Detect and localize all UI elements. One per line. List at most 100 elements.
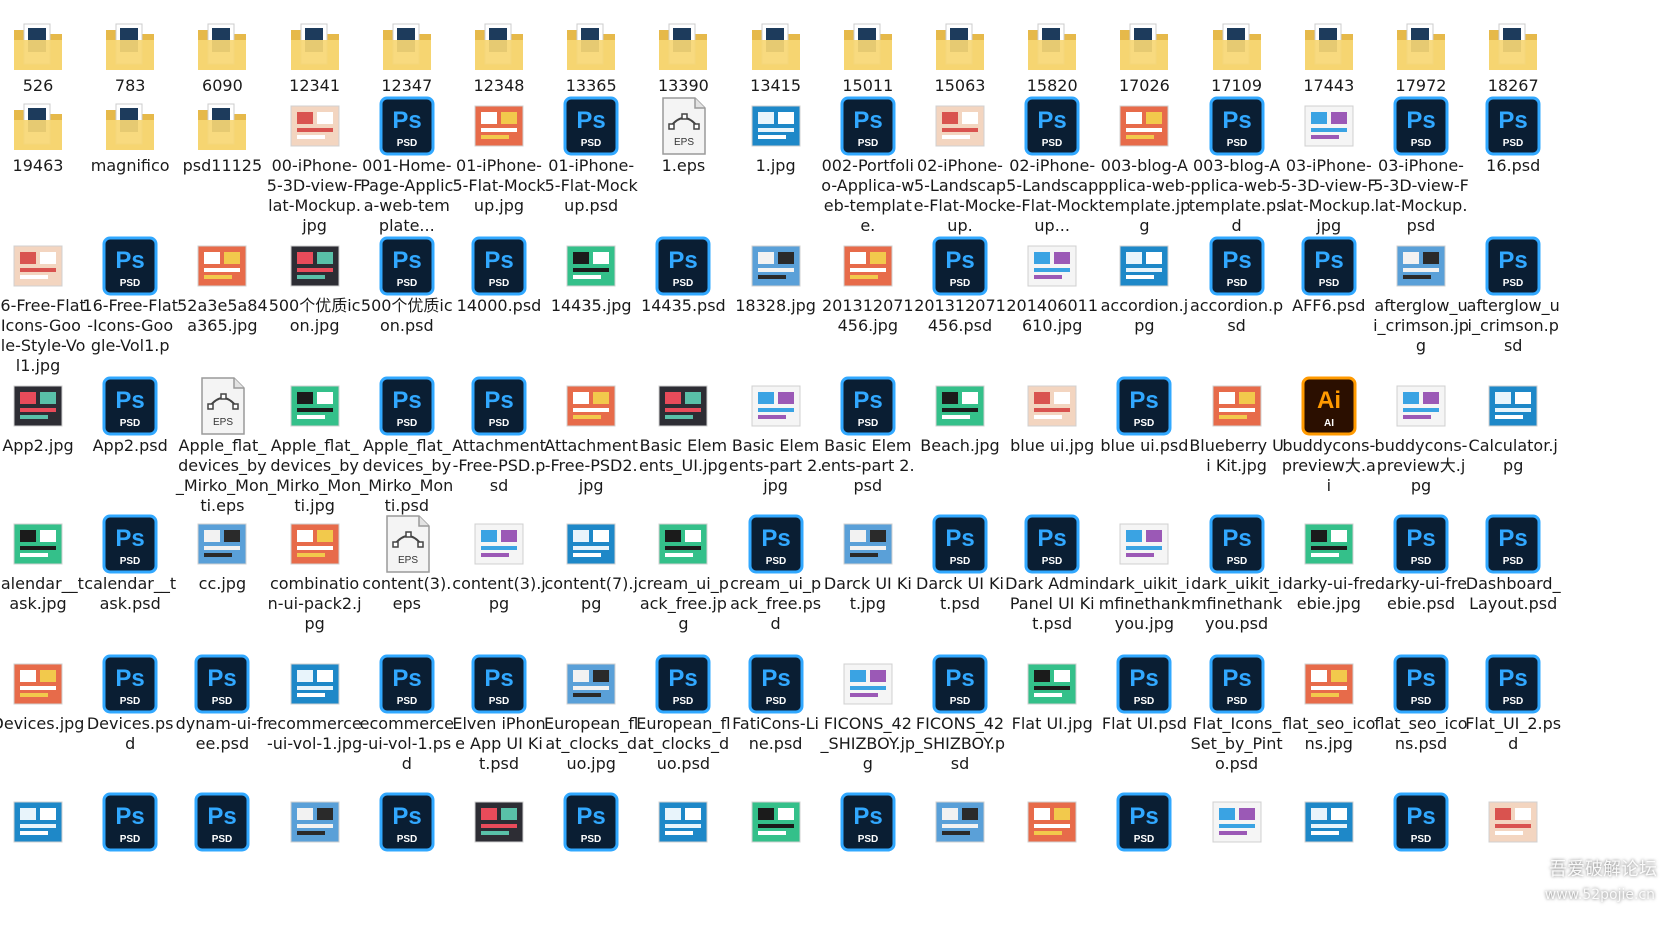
file-item[interactable]: Blueberry Ui Kit.jpg bbox=[1189, 376, 1285, 522]
file-item[interactable]: Ps PSD flat_seo_icons.psd bbox=[1373, 654, 1469, 800]
file-item[interactable]: Ps PSD accordion.psd bbox=[1189, 236, 1285, 382]
file-item[interactable]: afterglow_ui_crimson.jpg bbox=[1373, 236, 1469, 382]
file-item[interactable]: combination-ui-pack2.jpg bbox=[267, 514, 363, 660]
file-item[interactable]: Ps PSD dark_uikit_imfinethankyou.psd bbox=[1189, 514, 1285, 660]
file-item[interactable]: Ps PSD Dark Admin Panel UI Kit.psd bbox=[1004, 514, 1100, 660]
folder-item[interactable]: 19463 bbox=[0, 96, 86, 242]
file-item[interactable]: Ps PSD European_flat_clocks_duo.psd bbox=[635, 654, 731, 800]
file-item[interactable]: Ps PSD Apple_flat_devices_by_Mirko_Monti… bbox=[359, 376, 455, 522]
file-item[interactable]: Ps PSD afterglow_ui_crimson.psd bbox=[1465, 236, 1561, 382]
file-item[interactable]: Ps PSD cream_ui_pack_free.psd bbox=[728, 514, 824, 660]
file-item[interactable]: Ps PSD 14435.psd bbox=[635, 236, 731, 382]
file-item[interactable]: Ps PSD 500个优质icon.psd bbox=[359, 236, 455, 382]
file-item[interactable]: 003-blog-Applica-web-template.jpg bbox=[1096, 96, 1192, 242]
file-item[interactable] bbox=[1004, 792, 1100, 938]
file-item[interactable]: Ps PSD 02-iPhone-5-Landscape-Flat-Mockup… bbox=[1004, 96, 1100, 242]
file-item[interactable]: Ps PSD 01-iPhone-5-Flat-Mockup.psd bbox=[543, 96, 639, 242]
file-item[interactable]: EPS content(3).eps bbox=[359, 514, 455, 660]
file-item[interactable] bbox=[1281, 792, 1377, 938]
folder-item[interactable]: psd11125 bbox=[174, 96, 270, 242]
file-item[interactable]: Ps PSD 003-blog-Applica-web-template.psd bbox=[1189, 96, 1285, 242]
file-item[interactable]: Ps PSD 03-iPhone-5-3D-view-Flat-Mockup.p… bbox=[1373, 96, 1469, 242]
file-item[interactable]: Ps PSD Darck UI Kit.psd bbox=[912, 514, 1008, 660]
file-item[interactable]: App2.jpg bbox=[0, 376, 86, 522]
file-item[interactable]: 500个优质icon.jpg bbox=[267, 236, 363, 382]
file-item[interactable]: 201312071456.jpg bbox=[820, 236, 916, 382]
file-item[interactable]: Ps PSD 201312071456.psd bbox=[912, 236, 1008, 382]
file-item[interactable]: Darck UI Kit.jpg bbox=[820, 514, 916, 660]
file-item[interactable]: Ps PSD bbox=[359, 792, 455, 938]
file-item[interactable] bbox=[0, 792, 86, 938]
file-item[interactable]: EPS 1.eps bbox=[635, 96, 731, 242]
file-item[interactable] bbox=[1465, 792, 1561, 938]
file-item[interactable]: Ps PSD 001-Home-Page-Applica-web-templat… bbox=[359, 96, 455, 242]
file-item[interactable]: Ps PSD FICONS_42_SHIZBOY.psd bbox=[912, 654, 1008, 800]
file-item[interactable] bbox=[635, 792, 731, 938]
file-item[interactable]: Ps PSD App2.psd bbox=[82, 376, 178, 522]
file-item[interactable]: Ps PSD Elven iPhone App UI Kit.psd bbox=[451, 654, 547, 800]
file-item[interactable]: 03-iPhone-5-3D-view-Flat-Mockup.jpg bbox=[1281, 96, 1377, 242]
file-item[interactable] bbox=[267, 792, 363, 938]
file-item[interactable]: dark_uikit_imfinethankyou.jpg bbox=[1096, 514, 1192, 660]
file-item[interactable]: Ps PSD Attachment-Free-PSD.psd bbox=[451, 376, 547, 522]
folder-item[interactable]: magnifico bbox=[82, 96, 178, 242]
file-item[interactable]: Basic Elements_UI.jpg bbox=[635, 376, 731, 522]
file-item[interactable]: cream_ui_pack_free.jpg bbox=[635, 514, 731, 660]
file-item[interactable]: Ps PSD bbox=[820, 792, 916, 938]
file-item[interactable]: FICONS_42_SHIZBOY.jpg bbox=[820, 654, 916, 800]
file-item[interactable]: Ps PSD darky-ui-freebie.psd bbox=[1373, 514, 1469, 660]
file-item[interactable] bbox=[451, 792, 547, 938]
file-item[interactable]: Ps PSD bbox=[1373, 792, 1469, 938]
file-item[interactable]: 52a3e5a84a365.jpg bbox=[174, 236, 270, 382]
file-item[interactable]: 16-Free-Flat-Icons-Google-Style-Vol1.jpg bbox=[0, 236, 86, 382]
file-item[interactable]: Ai AI buddycons-preview大.ai bbox=[1281, 376, 1377, 522]
file-item[interactable]: Calculator.jpg bbox=[1465, 376, 1561, 522]
file-item[interactable]: Ps PSD 002-Portfolio-Applica-web-templat… bbox=[820, 96, 916, 242]
file-item[interactable]: Attachment-Free-PSD2.jpg bbox=[543, 376, 639, 522]
file-item[interactable]: cc.jpg bbox=[174, 514, 270, 660]
file-item[interactable]: 14435.jpg bbox=[543, 236, 639, 382]
file-item[interactable]: accordion.jpg bbox=[1096, 236, 1192, 382]
file-item[interactable]: 00-iPhone-5-3D-view-Flat-Mockup.jpg bbox=[267, 96, 363, 242]
file-item[interactable]: Ps PSD AFF6.psd bbox=[1281, 236, 1377, 382]
file-item[interactable]: Ps PSD ecommerce-ui-vol-1.psd bbox=[359, 654, 455, 800]
file-item[interactable]: Beach.jpg bbox=[912, 376, 1008, 522]
file-item[interactable]: buddycons-preview大.jpg bbox=[1373, 376, 1469, 522]
file-item[interactable]: EPS Apple_flat_devices_by_Mirko_Monti.ep… bbox=[174, 376, 270, 522]
file-item[interactable]: 1.jpg bbox=[728, 96, 824, 242]
file-item[interactable]: Ps PSD calendar__task.psd bbox=[82, 514, 178, 660]
file-item[interactable]: 201406011610.jpg bbox=[1004, 236, 1100, 382]
file-item[interactable]: content(7).jpg bbox=[543, 514, 639, 660]
file-item[interactable]: Ps PSD Flat_UI_2.psd bbox=[1465, 654, 1561, 800]
file-item[interactable]: Ps PSD 16.psd bbox=[1465, 96, 1561, 242]
file-item[interactable]: 01-iPhone-5-Flat-Mockup.jpg bbox=[451, 96, 547, 242]
file-item[interactable]: Ps PSD Flat_Icons_Set_by_Pinto.psd bbox=[1189, 654, 1285, 800]
file-item[interactable]: Ps PSD bbox=[174, 792, 270, 938]
file-item[interactable]: Devices.jpg bbox=[0, 654, 86, 800]
file-item[interactable]: Basic Elements-part 2.jpg bbox=[728, 376, 824, 522]
file-item[interactable]: Ps PSD FatiCons-Line.psd bbox=[728, 654, 824, 800]
file-item[interactable]: Ps PSD Devices.psd bbox=[82, 654, 178, 800]
file-item[interactable]: ecommerce-ui-vol-1.jpg bbox=[267, 654, 363, 800]
file-item[interactable]: Ps PSD 16-Free-Flat-Icons-Google-Vol1.p bbox=[82, 236, 178, 382]
file-item[interactable] bbox=[912, 792, 1008, 938]
file-item[interactable]: 18328.jpg bbox=[728, 236, 824, 382]
file-item[interactable]: Apple_flat_devices_by_Mirko_Monti.jpg bbox=[267, 376, 363, 522]
file-item[interactable]: flat_seo_icons.jpg bbox=[1281, 654, 1377, 800]
file-item[interactable]: European_flat_clocks_duo.jpg bbox=[543, 654, 639, 800]
file-item[interactable]: blue ui.jpg bbox=[1004, 376, 1100, 522]
file-item[interactable]: darky-ui-freebie.jpg bbox=[1281, 514, 1377, 660]
file-item[interactable]: Ps PSD Basic Elements-part 2.psd bbox=[820, 376, 916, 522]
file-item[interactable]: Ps PSD Dashboard_Layout.psd bbox=[1465, 514, 1561, 660]
file-item[interactable]: Ps PSD dynam-ui-free.psd bbox=[174, 654, 270, 800]
file-item[interactable]: Ps PSD blue ui.psd bbox=[1096, 376, 1192, 522]
file-item[interactable]: 02-iPhone-5-Landscape-Flat-Mockup. bbox=[912, 96, 1008, 242]
file-item[interactable]: content(3).jpg bbox=[451, 514, 547, 660]
file-item[interactable]: Ps PSD Flat UI.psd bbox=[1096, 654, 1192, 800]
file-item[interactable]: calendar__task.jpg bbox=[0, 514, 86, 660]
file-item[interactable]: Ps PSD bbox=[82, 792, 178, 938]
file-item[interactable]: Ps PSD bbox=[543, 792, 639, 938]
file-item[interactable] bbox=[728, 792, 824, 938]
file-item[interactable]: Ps PSD bbox=[1096, 792, 1192, 938]
file-item[interactable] bbox=[1189, 792, 1285, 938]
